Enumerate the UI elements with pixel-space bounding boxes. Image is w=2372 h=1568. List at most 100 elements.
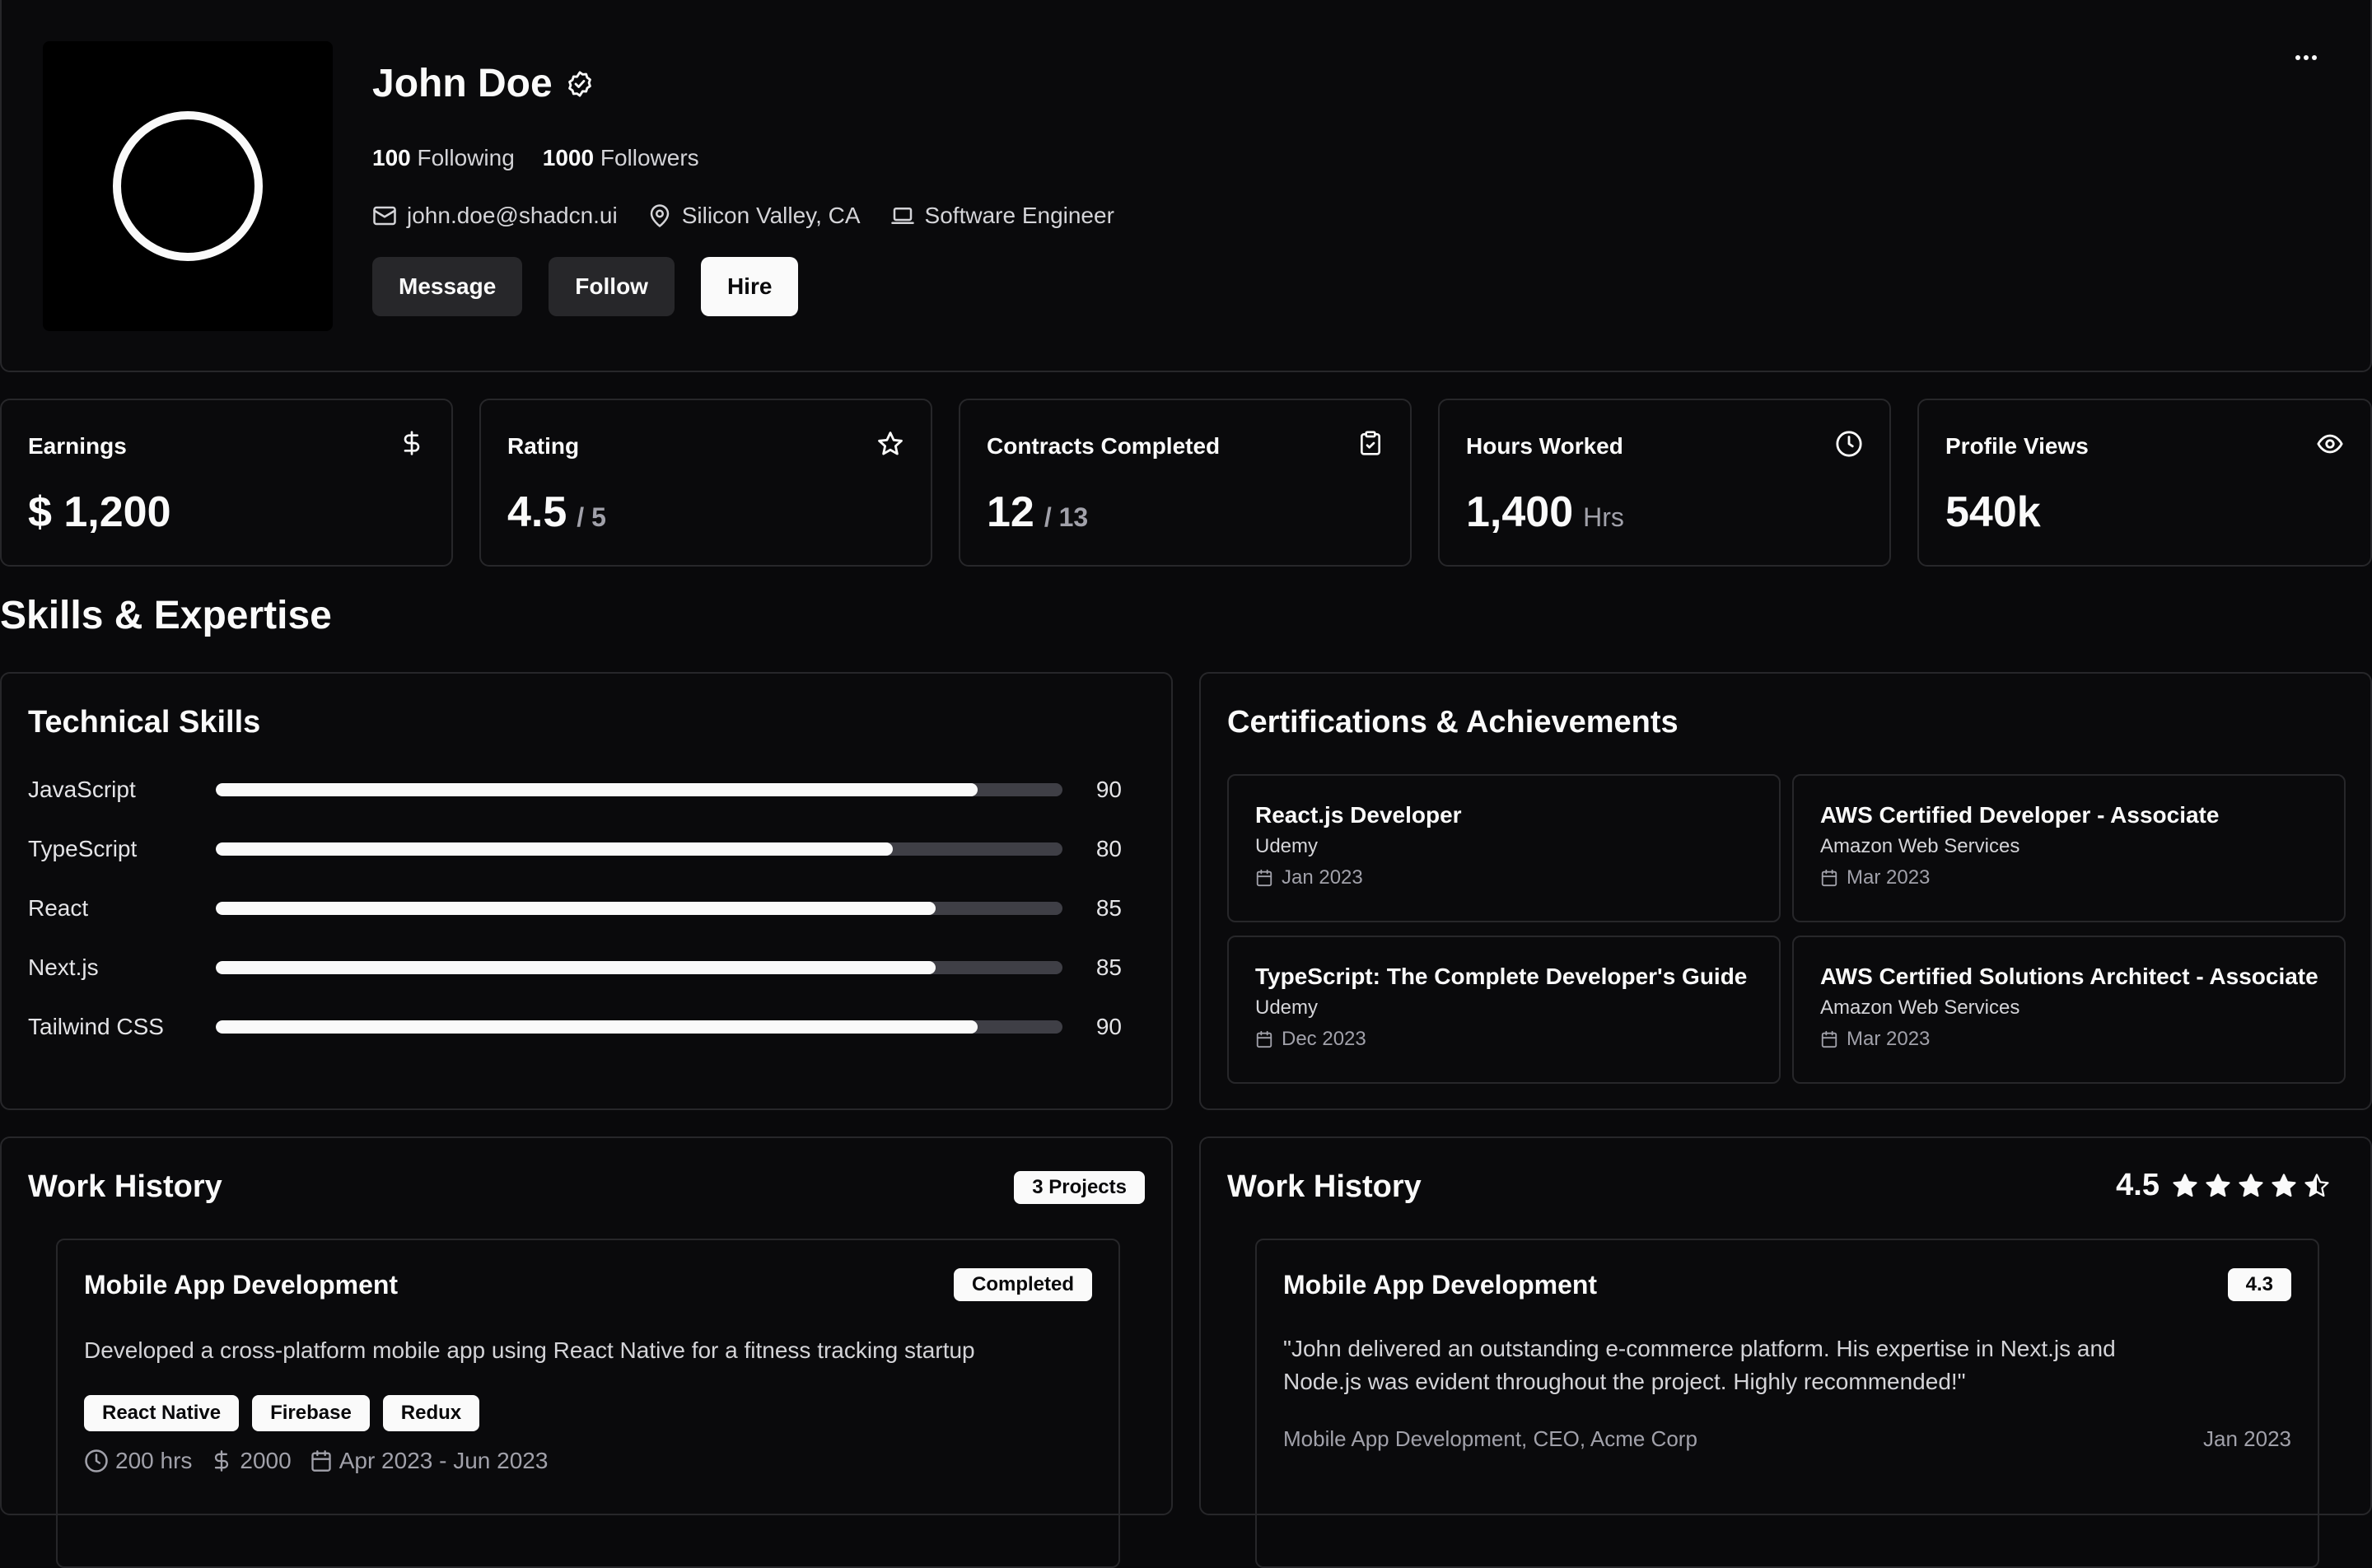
stat-suffix: Hrs bbox=[1583, 502, 1624, 532]
status-badge: Completed bbox=[953, 1268, 1092, 1301]
project-tags: React Native Firebase Redux bbox=[84, 1395, 480, 1431]
project-description: Developed a cross-platform mobile app us… bbox=[84, 1337, 975, 1363]
stat-card-hours: Hours Worked 1,400 Hrs bbox=[1438, 399, 1891, 567]
skill-progress-fill bbox=[216, 1020, 978, 1034]
certification-date-row: Mar 2023 bbox=[1820, 866, 2318, 889]
stat-label: Rating bbox=[507, 433, 580, 459]
stat-value-row: 1,400 Hrs bbox=[1466, 488, 1624, 537]
technical-skills-card: Technical Skills JavaScript 90 TypeScript 8… bbox=[0, 672, 1173, 1110]
profile-card: John Doe 100 Following 1000 Followers jo… bbox=[0, 0, 2372, 372]
review-card[interactable]: Mobile App Development 4.3 "John deliver… bbox=[1255, 1239, 2319, 1568]
card-title: Technical Skills bbox=[28, 705, 261, 740]
more-options-icon[interactable] bbox=[2295, 54, 2318, 61]
hire-button[interactable]: Hire bbox=[700, 257, 799, 316]
calendar-icon bbox=[1255, 1030, 1273, 1048]
certification-title: TypeScript: The Complete Developer's Gui… bbox=[1255, 964, 1748, 989]
stat-value: 1,400 bbox=[1466, 488, 1574, 536]
map-pin-icon bbox=[647, 203, 672, 228]
amount-item: 2000 bbox=[210, 1448, 292, 1474]
skill-value: 90 bbox=[1095, 777, 1122, 802]
certification-item[interactable]: AWS Certified Solutions Architect - Asso… bbox=[1792, 936, 2346, 1084]
overall-rating: 4.5 bbox=[2116, 1168, 2331, 1203]
skill-progress-fill bbox=[216, 783, 978, 796]
star-filled-icon bbox=[2204, 1172, 2232, 1200]
certification-org: Udemy bbox=[1255, 996, 1319, 1019]
skill-progress-fill bbox=[216, 902, 936, 915]
project-hours: 200 hrs bbox=[115, 1448, 193, 1473]
certifications-card: Certifications & Achievements React.js D… bbox=[1199, 672, 2372, 1110]
tag: Redux bbox=[382, 1395, 480, 1431]
stat-value: 4.5 bbox=[507, 488, 567, 536]
email-item[interactable]: john.doe@shadcn.ui bbox=[372, 203, 618, 229]
following-label: Following bbox=[417, 145, 515, 170]
certification-date-row: Mar 2023 bbox=[1820, 1028, 2318, 1051]
projects-count-badge: 3 Projects bbox=[1014, 1171, 1145, 1204]
stat-value-row: $ 1,200 bbox=[28, 488, 171, 537]
skill-value: 85 bbox=[1095, 954, 1122, 980]
project-title: Mobile App Development bbox=[84, 1270, 399, 1300]
skill-name: Tailwind CSS bbox=[28, 1014, 164, 1039]
followers-label: Followers bbox=[600, 145, 699, 170]
stat-label: Earnings bbox=[28, 433, 127, 459]
certification-date: Mar 2023 bbox=[1847, 1028, 1931, 1050]
email-text: john.doe@shadcn.ui bbox=[407, 203, 618, 228]
role-text: Software Engineer bbox=[924, 203, 1114, 228]
skill-row: JavaScript 90 bbox=[28, 773, 1122, 806]
stat-suffix: / 5 bbox=[577, 502, 606, 532]
avatar-placeholder-ring bbox=[113, 111, 263, 261]
stat-card-earnings: Earnings $ 1,200 bbox=[0, 399, 453, 567]
calendar-icon bbox=[1820, 869, 1838, 887]
certification-title: AWS Certified Solutions Architect - Asso… bbox=[1820, 964, 2318, 989]
mail-icon bbox=[372, 203, 397, 228]
skill-progress-track bbox=[216, 961, 1062, 974]
tag: React Native bbox=[84, 1395, 240, 1431]
star-filled-icon bbox=[2270, 1172, 2298, 1200]
skill-name: Next.js bbox=[28, 954, 99, 980]
skill-name: React bbox=[28, 895, 89, 921]
certification-title: React.js Developer bbox=[1255, 802, 1462, 828]
certification-item[interactable]: React.js Developer Udemy Jan 2023 bbox=[1227, 774, 1781, 922]
skill-progress-fill bbox=[216, 961, 936, 974]
project-card[interactable]: Mobile App Development Completed Develop… bbox=[56, 1239, 1120, 1568]
card-title: Work History bbox=[28, 1169, 222, 1204]
certification-item[interactable]: TypeScript: The Complete Developer's Gui… bbox=[1227, 936, 1781, 1084]
calendar-icon bbox=[310, 1449, 333, 1472]
rating-value: 4.5 bbox=[2116, 1168, 2160, 1202]
profile-name-row: John Doe bbox=[372, 61, 594, 106]
profile-actions: Message Follow Hire bbox=[372, 257, 799, 316]
star-icon bbox=[876, 430, 904, 458]
following-stat[interactable]: 100 Following bbox=[372, 145, 515, 171]
skill-progress-track bbox=[216, 1020, 1062, 1034]
star-filled-icon bbox=[2237, 1172, 2265, 1200]
dollar-icon bbox=[399, 430, 425, 456]
message-button[interactable]: Message bbox=[372, 257, 523, 316]
project-amount: 2000 bbox=[240, 1448, 292, 1473]
verified-badge-icon bbox=[566, 70, 594, 98]
skill-row: Next.js 85 bbox=[28, 951, 1122, 984]
avatar bbox=[43, 41, 333, 331]
tag: Firebase bbox=[252, 1395, 370, 1431]
certification-item[interactable]: AWS Certified Developer - Associate Amazo… bbox=[1792, 774, 2346, 922]
stat-card-rating: Rating 4.5 / 5 bbox=[479, 399, 932, 567]
followers-stat[interactable]: 1000 Followers bbox=[543, 145, 699, 171]
rating-stars bbox=[2171, 1172, 2331, 1200]
skill-progress-track bbox=[216, 842, 1062, 856]
work-history-card: Work History 3 Projects Mobile App Devel… bbox=[0, 1136, 1173, 1568]
certification-date-row: Dec 2023 bbox=[1255, 1028, 1753, 1051]
profile-meta: john.doe@shadcn.ui Silicon Valley, CA So… bbox=[372, 203, 1114, 229]
clock-icon bbox=[84, 1449, 109, 1473]
certification-date: Dec 2023 bbox=[1282, 1028, 1366, 1050]
stat-value: $ 1,200 bbox=[28, 488, 171, 536]
certification-org: Udemy bbox=[1255, 835, 1319, 857]
location-item: Silicon Valley, CA bbox=[647, 203, 861, 229]
review-date: Jan 2023 bbox=[2203, 1426, 2291, 1451]
star-filled-icon bbox=[2171, 1172, 2199, 1200]
stat-label: Hours Worked bbox=[1466, 433, 1623, 459]
skill-progress-track bbox=[216, 783, 1062, 796]
skill-progress-fill bbox=[216, 842, 894, 856]
stat-value: 12 bbox=[987, 488, 1034, 536]
follow-button[interactable]: Follow bbox=[549, 257, 675, 316]
certification-date-row: Jan 2023 bbox=[1255, 866, 1753, 889]
stat-suffix: / 13 bbox=[1044, 502, 1089, 532]
skill-row: Tailwind CSS 90 bbox=[28, 1010, 1122, 1043]
